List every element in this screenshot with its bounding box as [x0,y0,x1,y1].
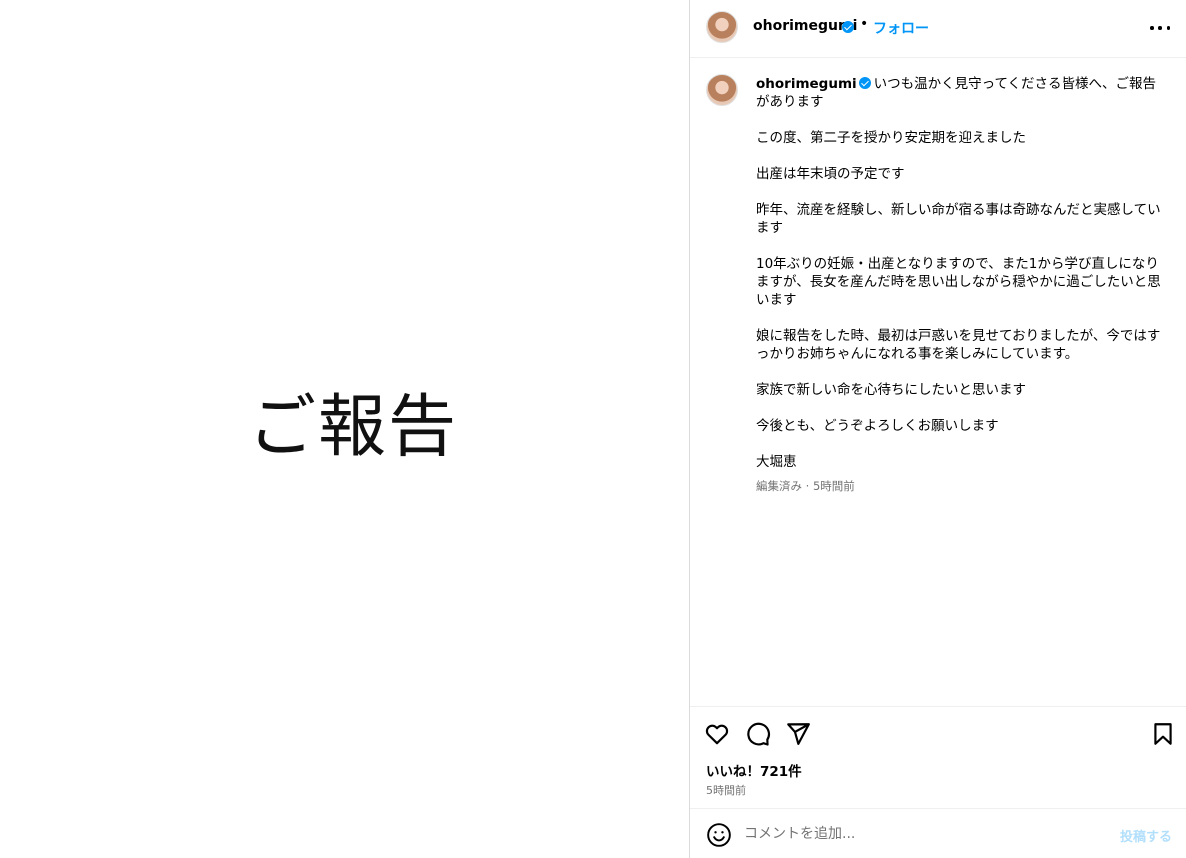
emoji-icon[interactable] [706,822,732,848]
caption-paragraph: 出産は年末頃の予定です [756,166,905,182]
caption-area: ohorimegumi いつも温かく見守ってくださる皆様へ、ご報告があります この… [690,58,1186,706]
comment-icon[interactable] [745,721,771,747]
post-image[interactable]: ご報告 [0,0,690,858]
header-separator: • [860,16,869,32]
share-icon[interactable] [785,721,811,747]
likes-count[interactable]: いいね！721件 [706,760,802,780]
bookmark-icon[interactable] [1150,721,1176,747]
caption-username[interactable]: ohorimegumi [756,76,857,92]
caption-meta: 編集済み · 5時間前 [756,479,855,493]
caption-paragraph: 10年ぶりの妊娠・出産となりますので、また1から学び直しになりますが、長女を産ん… [756,256,1161,308]
more-options-icon[interactable] [1150,18,1170,38]
caption-verified-badge-icon [858,77,871,89]
post-time[interactable]: 5時間前 [706,782,746,798]
author-avatar[interactable] [706,11,738,43]
caption-paragraph: 昨年、流産を経験し、新しい命が宿る事は奇跡なんだと実感しています [756,202,1161,236]
caption-avatar[interactable] [706,74,738,106]
verified-badge-icon [842,21,854,33]
caption-paragraph: この度、第二子を授かり安定期を迎えました [756,130,1026,146]
post-comment-button[interactable]: 投稿する [1120,826,1172,845]
heart-icon[interactable] [704,721,730,747]
caption-paragraph: 家族で新しい命を心待ちにしたいと思います [756,382,1026,398]
caption-paragraph: 今後とも、どうぞよろしくお願いします [756,418,999,434]
post-image-text: ご報告 [248,388,459,467]
caption: ohorimegumi いつも温かく見守ってくださる皆様へ、ご報告があります この… [756,75,1162,495]
comment-input[interactable] [744,823,1094,845]
post-side-panel: ohorimegumi • フォロー ohorimegumi いつも温かく見守って… [690,0,1186,858]
follow-button[interactable]: フォロー [873,18,929,38]
action-bar [690,706,1186,756]
caption-signature: 大堀恵 [756,454,797,470]
caption-paragraph: 娘に報告をした時、最初は戸惑いを見せておりましたが、今ではすっかりお姉ちゃんにな… [756,328,1161,362]
post-header: ohorimegumi • フォロー [690,0,1186,58]
comment-bar: 投稿する [690,808,1186,858]
